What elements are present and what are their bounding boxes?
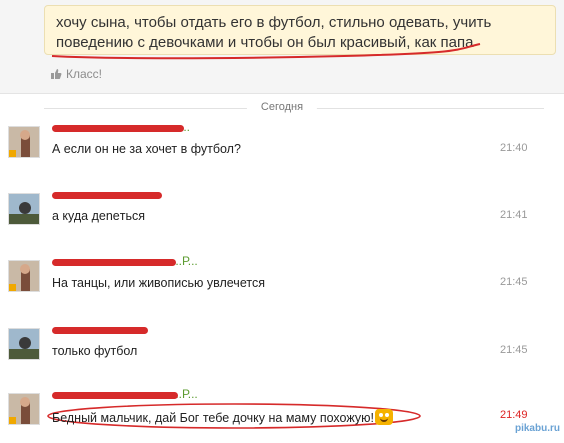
online-indicator [9,417,16,424]
message-text: Бедный мальчик, дай Бог тебе дочку на ма… [52,409,393,425]
message-time: 21:45 [500,276,528,288]
status-area: хочу сына, чтобы отдать его в футбол, ст… [0,0,564,94]
message-text-content: Бедный мальчик, дай Бог тебе дочку на ма… [52,411,374,425]
avatar[interactable] [8,328,40,360]
redaction-mark [52,259,176,266]
redaction-mark [52,192,162,199]
message-text: только футбол [52,344,138,358]
sender-name[interactable] [52,325,192,335]
message-item: ... А если он не за хочет в футбол? 21:4… [0,120,564,176]
avatar[interactable] [8,393,40,425]
sender-name[interactable]: ...Р... [52,387,198,401]
date-label: Сегодня [246,101,318,113]
avatar[interactable] [8,260,40,292]
sender-name[interactable]: ...Р... [52,254,198,268]
message-time: 21:45 [500,344,528,356]
message-item: только футбол 21:45 [0,325,564,378]
watermark: pikabu.ru [514,423,560,434]
online-indicator [9,150,16,157]
message-text: На танцы, или живописью увлечется [52,276,265,290]
redaction-mark [52,327,148,334]
like-label: Класс! [66,67,102,81]
online-indicator [9,284,16,291]
message-item: ...Р... На танцы, или живописью увлечетс… [0,254,564,310]
redaction-mark [52,392,178,399]
sender-name[interactable] [52,190,192,200]
message-text: а куда деneться [52,209,145,223]
message-time: 21:41 [500,209,528,221]
thumbs-up-icon [51,69,62,79]
avatar[interactable] [8,126,40,158]
date-separator: Сегодня [0,100,564,116]
status-underline [51,43,481,60]
avatar[interactable] [8,193,40,225]
sender-name[interactable]: ... [52,120,192,134]
message-time: 21:40 [500,142,528,154]
message-item: а куда деneться 21:41 [0,190,564,243]
message-time: 21:49 [500,409,528,421]
message-text: А если он не за хочет в футбол? [52,142,241,156]
smiley-icon [374,409,393,425]
redaction-mark [52,125,184,132]
like-button[interactable]: Класс! [50,67,102,81]
